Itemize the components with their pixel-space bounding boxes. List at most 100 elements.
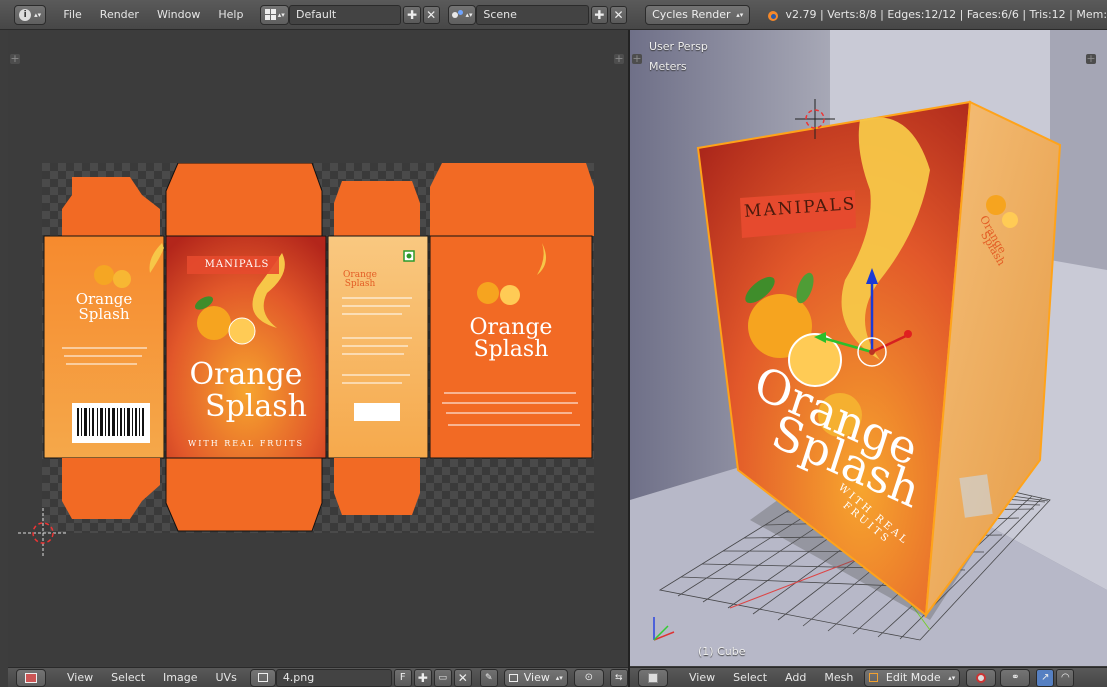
menu-select[interactable]: Select <box>102 671 154 684</box>
uv-editor-header: View Select Image UVs 4.png F ✚ ▭ ✕ ✎ Vi… <box>8 667 628 687</box>
add-layout-button[interactable]: ✚ <box>403 5 421 24</box>
layout-grid-icon <box>264 9 276 20</box>
uv-image-editor[interactable]: + + MANIPALS Orange Splash WITH REAL FRU… <box>8 30 628 666</box>
area-split-plus-icon[interactable]: + <box>632 53 642 64</box>
close-icon: ✕ <box>457 670 468 685</box>
edit-mode-icon <box>869 673 879 682</box>
2d-cursor-icon[interactable] <box>18 508 68 558</box>
editor-type-button[interactable] <box>16 668 46 687</box>
uv-back-title-line1: Orange <box>469 315 553 340</box>
uv-front-title-line1: Orange <box>189 357 303 392</box>
cube-icon <box>648 672 658 683</box>
uv-flap-top-2 <box>165 163 323 237</box>
open-image-button[interactable]: ▭ <box>433 668 452 687</box>
layout-selector[interactable]: ▴▾ <box>260 4 289 25</box>
unlink-image-button[interactable]: ✕ <box>453 668 472 687</box>
fake-user-button[interactable]: F <box>393 668 412 687</box>
rotate-manipulator-button[interactable]: ◠ <box>1056 668 1075 687</box>
3d-view-header: View Select Add Mesh Edit Mode ▴▾ ⚭ ↗ ◠ <box>630 667 1107 687</box>
viewport-scene[interactable] <box>630 30 1107 666</box>
menu-mesh[interactable]: Mesh <box>815 671 862 684</box>
rotate-icon: ◠ <box>1060 672 1070 683</box>
uv-flap-top-3 <box>334 181 420 236</box>
menu-help[interactable]: Help <box>209 8 252 21</box>
shading-sphere-icon <box>976 672 987 683</box>
menu-image[interactable]: Image <box>154 671 206 684</box>
viewport-shading-selector[interactable] <box>966 668 997 687</box>
scene-statistics: v2.79 | Verts:8/8 | Edges:12/12 | Faces:… <box>785 8 1107 21</box>
blender-logo-icon <box>766 8 779 22</box>
editor-type-button[interactable] <box>638 668 668 687</box>
uv-flap-top-4 <box>430 163 594 236</box>
plus-icon: ✚ <box>417 670 428 685</box>
scene-icon <box>451 9 464 20</box>
image-icon <box>257 673 268 682</box>
folder-icon: ▭ <box>438 672 448 683</box>
uv-flap-bottom-3 <box>334 458 420 515</box>
chevron-updown-icon: ▴▾ <box>948 673 956 682</box>
uv-left-title-line2: Splash <box>78 305 130 323</box>
uv-front-tagline: WITH REAL FRUITS <box>187 439 305 448</box>
area-split-plus-icon[interactable]: + <box>614 53 624 64</box>
sync-selection-button[interactable]: ⇆ <box>609 668 628 687</box>
new-image-button[interactable]: ✚ <box>413 668 432 687</box>
image-browse-button[interactable] <box>249 668 276 687</box>
info-header: i ▴▾ File Render Window Help ▴▾ Default … <box>0 0 1107 30</box>
layout-name-field[interactable]: Default <box>289 4 402 25</box>
image-editor-icon <box>25 672 37 683</box>
scene-selector[interactable]: ▴▾ <box>447 4 477 25</box>
close-icon: ✕ <box>426 7 437 22</box>
chevron-updown-icon: ▴▾ <box>34 10 42 19</box>
uv-front-brand-label: MANIPALS <box>204 259 270 270</box>
barcode-image <box>72 403 150 443</box>
pin-image-button[interactable]: ✎ <box>479 668 498 687</box>
chevron-updown-icon: ▴▾ <box>736 10 744 19</box>
render-engine-selector[interactable]: Cycles Render ▴▾ <box>645 4 751 25</box>
active-object-label: (1) Cube <box>698 645 746 658</box>
view-mode-selector[interactable]: View ▴▾ <box>503 668 568 687</box>
pivot-icon: ⊙ <box>584 672 593 683</box>
area-split-plus-icon[interactable]: + <box>10 53 20 64</box>
sync-icon: ⇆ <box>615 672 623 683</box>
menu-view[interactable]: View <box>58 671 102 684</box>
delete-scene-button[interactable]: ✕ <box>609 5 628 24</box>
pin-icon: ✎ <box>485 672 493 683</box>
chevron-updown-icon: ▴▾ <box>465 10 473 19</box>
menu-uvs[interactable]: UVs <box>207 671 246 684</box>
menu-file[interactable]: File <box>54 8 90 21</box>
uv-front-title-line2: Splash <box>205 389 307 424</box>
3d-viewport[interactable]: User Persp Meters (1) Cube + + MANIPALS … <box>630 30 1107 666</box>
pivot-icon: ⚭ <box>1011 672 1020 683</box>
manipulator-toggle-button[interactable]: ↗ <box>1036 668 1055 687</box>
pivot-selector[interactable]: ⚭ <box>1000 668 1031 687</box>
chevron-updown-icon: ▴▾ <box>277 10 285 19</box>
veg-mark-dot <box>406 253 412 259</box>
menu-select[interactable]: Select <box>724 671 776 684</box>
close-icon: ✕ <box>613 7 624 22</box>
menu-add[interactable]: Add <box>776 671 815 684</box>
image-name-field[interactable]: 4.png <box>275 668 392 687</box>
mode-selector[interactable]: Edit Mode ▴▾ <box>864 668 961 687</box>
menu-view[interactable]: View <box>680 671 724 684</box>
area-split-plus-icon[interactable]: + <box>1086 53 1096 64</box>
delete-layout-button[interactable]: ✕ <box>422 5 440 24</box>
info-icon: i <box>19 8 32 21</box>
menu-render[interactable]: Render <box>91 8 148 21</box>
uv-flap-bottom-2 <box>165 457 323 532</box>
scene-name-field[interactable]: Scene <box>476 4 589 25</box>
mode-label: Edit Mode <box>885 671 941 684</box>
view-mode-label: View <box>523 671 550 684</box>
uv-back-title-line2: Splash <box>473 337 549 362</box>
side-info-box <box>959 474 993 518</box>
nutrition-white-box <box>354 403 400 421</box>
editor-type-button[interactable]: i ▴▾ <box>14 4 47 25</box>
menu-window[interactable]: Window <box>148 8 209 21</box>
view-perspective-label: User Persp <box>649 40 708 53</box>
render-engine-label: Cycles Render <box>652 8 731 21</box>
add-scene-button[interactable]: ✚ <box>590 5 608 24</box>
view-units-label: Meters <box>649 60 687 73</box>
pivot-selector[interactable]: ⊙ <box>573 668 604 687</box>
uv-side-title-line2: Splash <box>344 279 376 289</box>
chevron-updown-icon: ▴▾ <box>555 673 563 682</box>
plus-icon: ✚ <box>406 7 418 22</box>
